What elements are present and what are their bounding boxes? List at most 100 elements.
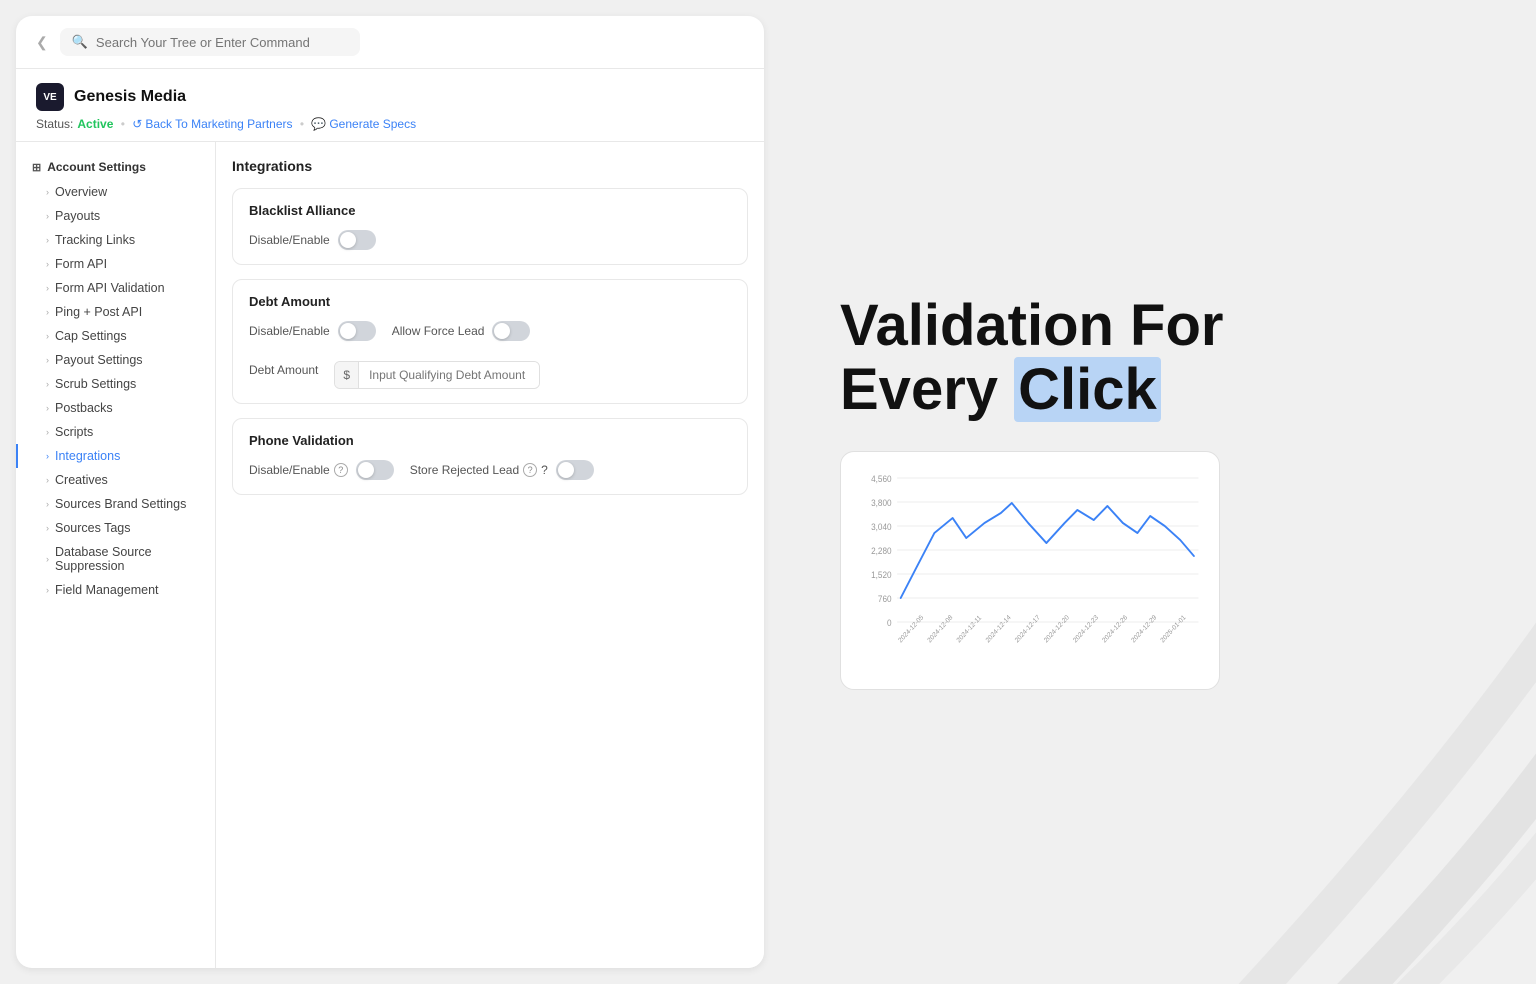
debt-toggle[interactable] — [338, 321, 376, 341]
chevron-icon: › — [46, 585, 49, 595]
sidebar-item-label: Overview — [55, 185, 107, 199]
sidebar-item-label: Tracking Links — [55, 233, 135, 247]
chart-card: 4,560 3,800 3,040 2,280 1,520 760 0 2024… — [840, 451, 1220, 690]
svg-text:760: 760 — [878, 594, 892, 604]
sidebar-item-postbacks[interactable]: › Postbacks — [16, 396, 215, 420]
sidebar-item-label: Form API Validation — [55, 281, 165, 295]
search-box[interactable]: 🔍 — [60, 28, 360, 56]
toggle-thumb — [358, 462, 374, 478]
store-rejected-field: Store Rejected Lead ? ? — [410, 460, 594, 480]
search-icon: 🔍 — [72, 34, 88, 50]
search-input[interactable] — [96, 35, 348, 50]
sidebar-item-label: Integrations — [55, 449, 120, 463]
phone-toggle-label-wrap: Disable/Enable ? — [249, 463, 348, 477]
grid-icon: ⊞ — [32, 161, 41, 174]
debt-currency-prefix: $ — [335, 362, 359, 388]
nav-section-header: ⊞ Account Settings — [16, 154, 215, 180]
chevron-icon: › — [46, 283, 49, 293]
phone-title: Phone Validation — [249, 433, 731, 448]
phone-toggle[interactable] — [356, 460, 394, 480]
store-rejected-help-icon[interactable]: ? — [523, 463, 537, 477]
blacklist-toggle-label: Disable/Enable — [249, 233, 330, 247]
content-title: Integrations — [232, 158, 748, 174]
svg-text:1,520: 1,520 — [871, 570, 892, 580]
phone-row: Disable/Enable ? Store Rejected Lead ? — [249, 460, 731, 480]
debt-input-wrap: $ — [334, 361, 540, 389]
svg-text:2024-12-26: 2024-12-26 — [1101, 614, 1129, 645]
store-rejected-label: Store Rejected Lead — [410, 463, 519, 477]
phone-toggle-label: Disable/Enable — [249, 463, 330, 477]
sidebar-item-label: Creatives — [55, 473, 108, 487]
sidebar-item-integrations[interactable]: › Integrations — [16, 444, 215, 468]
sidebar-item-label: Database Source Suppression — [55, 545, 199, 573]
chat-icon: 💬 — [311, 117, 326, 131]
sidebar-item-label: Ping + Post API — [55, 305, 142, 319]
nav-section-label: Account Settings — [47, 160, 146, 174]
sidebar-item-form-api-validation[interactable]: › Form API Validation — [16, 276, 215, 300]
blacklist-disable-enable-field: Disable/Enable — [249, 230, 376, 250]
force-lead-label: Allow Force Lead — [392, 324, 485, 338]
blacklist-alliance-card: Blacklist Alliance Disable/Enable — [232, 188, 748, 265]
sidebar-item-label: Payout Settings — [55, 353, 143, 367]
chevron-icon: › — [46, 235, 49, 245]
sidebar-item-payouts[interactable]: › Payouts — [16, 204, 215, 228]
debt-title: Debt Amount — [249, 294, 731, 309]
sidebar-item-scripts[interactable]: › Scripts — [16, 420, 215, 444]
entity-avatar: VE — [36, 83, 64, 111]
phone-help-icon[interactable]: ? — [334, 463, 348, 477]
sidebar-item-sources-brand[interactable]: › Sources Brand Settings — [16, 492, 215, 516]
chevron-icon: › — [46, 427, 49, 437]
sidebar-item-overview[interactable]: › Overview — [16, 180, 215, 204]
svg-text:2025-01-01: 2025-01-01 — [1160, 614, 1188, 645]
separator2: • — [297, 117, 308, 131]
hero-line2: Every Click — [840, 358, 1224, 422]
svg-text:4,560: 4,560 — [871, 474, 892, 484]
left-panel: ❮ 🔍 VE Genesis Media Status: Active • ↺ … — [16, 16, 764, 968]
chevron-icon: › — [46, 187, 49, 197]
sidebar-item-payout-settings[interactable]: › Payout Settings — [16, 348, 215, 372]
sidebar-item-scrub-settings[interactable]: › Scrub Settings — [16, 372, 215, 396]
sidebar-item-db-source-suppression[interactable]: › Database Source Suppression — [16, 540, 215, 578]
sidebar-nav: ⊞ Account Settings › Overview › Payouts … — [16, 142, 216, 968]
right-panel: Validation For Every Click 4,560 3,800 3… — [780, 0, 1536, 984]
generate-specs-link[interactable]: 💬 Generate Specs — [311, 117, 416, 131]
sidebar-item-label: Sources Brand Settings — [55, 497, 186, 511]
sidebar-item-tracking-links[interactable]: › Tracking Links — [16, 228, 215, 252]
top-bar: ❮ 🔍 — [16, 16, 764, 69]
svg-text:2024-12-23: 2024-12-23 — [1072, 614, 1100, 645]
sidebar-item-field-management[interactable]: › Field Management — [16, 578, 215, 602]
store-rejected-label-wrap: Store Rejected Lead ? ? — [410, 463, 548, 477]
sidebar-item-label: Payouts — [55, 209, 100, 223]
svg-text:3,800: 3,800 — [871, 498, 892, 508]
debt-amount-input[interactable] — [359, 362, 539, 388]
sidebar-item-ping-post[interactable]: › Ping + Post API — [16, 300, 215, 324]
svg-text:2024-12-29: 2024-12-29 — [1130, 614, 1158, 645]
sidebar-item-label: Field Management — [55, 583, 159, 597]
svg-text:3,040: 3,040 — [871, 522, 892, 532]
chevron-icon: › — [46, 499, 49, 509]
sidebar-item-label: Cap Settings — [55, 329, 127, 343]
back-to-partners-link[interactable]: ↺ Back To Marketing Partners — [132, 117, 292, 131]
debt-amount-label: Debt Amount — [249, 363, 318, 377]
sidebar-item-label: Sources Tags — [55, 521, 131, 535]
sidebar-item-form-api[interactable]: › Form API — [16, 252, 215, 276]
collapse-button[interactable]: ❮ — [32, 30, 52, 55]
sidebar-item-cap-settings[interactable]: › Cap Settings — [16, 324, 215, 348]
debt-amount-row: Debt Amount $ — [249, 351, 731, 389]
chevron-icon: › — [46, 554, 49, 564]
content-panel: Integrations Blacklist Alliance Disable/… — [216, 142, 764, 968]
force-lead-toggle[interactable] — [492, 321, 530, 341]
phone-disable-enable-field: Disable/Enable ? — [249, 460, 394, 480]
debt-force-lead-field: Allow Force Lead — [392, 321, 531, 341]
chevron-icon: › — [46, 403, 49, 413]
chevron-icon: › — [46, 211, 49, 221]
debt-row: Disable/Enable Allow Force Lead — [249, 321, 731, 341]
sidebar-item-creatives[interactable]: › Creatives — [16, 468, 215, 492]
store-rejected-toggle[interactable] — [556, 460, 594, 480]
sidebar-item-sources-tags[interactable]: › Sources Tags — [16, 516, 215, 540]
entity-meta: Status: Active • ↺ Back To Marketing Par… — [36, 117, 744, 131]
chevron-icon: › — [46, 379, 49, 389]
entity-header: VE Genesis Media Status: Active • ↺ Back… — [16, 69, 764, 142]
blacklist-toggle[interactable] — [338, 230, 376, 250]
store-rejected-suffix: ? — [541, 463, 548, 477]
